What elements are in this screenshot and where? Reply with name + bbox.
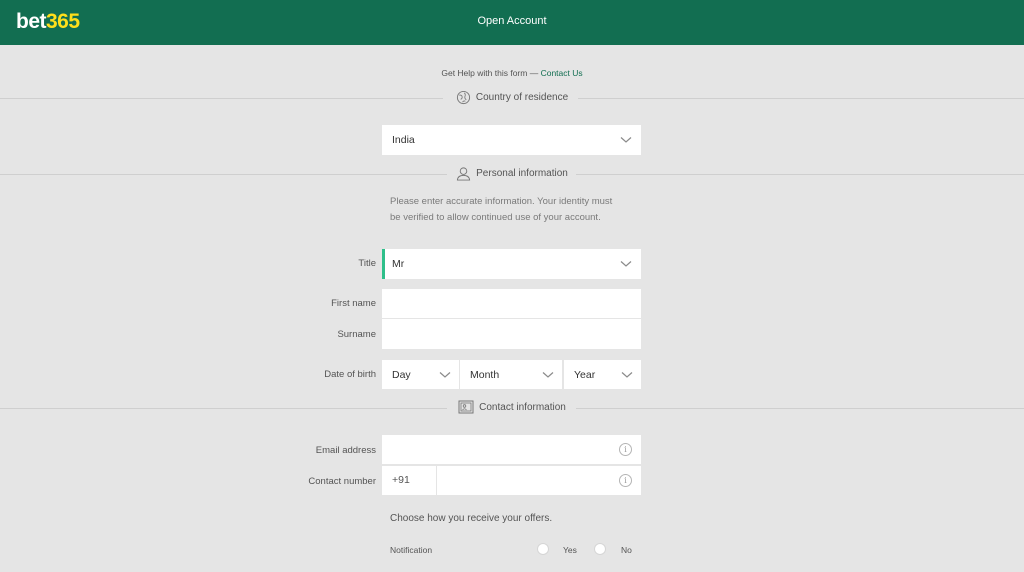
dob-month-select[interactable]: Month bbox=[460, 360, 562, 389]
dob-label: Date of birth bbox=[324, 369, 376, 380]
help-line: Get Help with this form — Contact Us bbox=[0, 68, 1024, 78]
country-select-value: India bbox=[392, 134, 415, 146]
dob-day-value: Day bbox=[392, 369, 411, 381]
email-label: Email address bbox=[315, 445, 376, 456]
chevron-down-icon bbox=[439, 372, 451, 378]
description-line: be verified to allow continued use of yo… bbox=[390, 212, 601, 223]
title-select-value: Mr bbox=[392, 258, 405, 270]
contact-number-input[interactable]: i bbox=[437, 466, 641, 495]
chevron-down-icon bbox=[621, 372, 633, 378]
title-select[interactable]: Mr bbox=[382, 249, 641, 279]
section-contact-header: Contact information bbox=[0, 400, 1024, 416]
country-select[interactable]: India bbox=[382, 125, 641, 155]
page-title: Open Account bbox=[477, 15, 547, 27]
country-section-title: Country of residence bbox=[475, 92, 569, 104]
contact-card-icon bbox=[458, 400, 474, 414]
section-country-header: Country of residence bbox=[0, 90, 1024, 106]
help-text: Get Help with this form — bbox=[441, 68, 539, 78]
personal-section-title: Personal information bbox=[476, 168, 568, 180]
yes-label: Yes bbox=[563, 545, 577, 555]
chevron-down-icon bbox=[620, 261, 632, 267]
dob-day-select[interactable]: Day bbox=[382, 360, 459, 389]
section-personal-header: Personal information bbox=[0, 166, 1024, 182]
dob-year-select[interactable]: Year bbox=[564, 360, 641, 389]
section-contact-label: Contact information bbox=[0, 400, 1024, 416]
section-personal-label: Personal information bbox=[0, 166, 1024, 182]
notification-yes-radio[interactable] bbox=[537, 543, 549, 555]
contact-us-link[interactable]: Contact Us bbox=[541, 68, 583, 78]
offers-intro: Choose how you receive your offers. bbox=[390, 513, 553, 524]
first-name-input[interactable] bbox=[382, 289, 641, 318]
chevron-down-icon bbox=[542, 372, 554, 378]
section-country-label: Country of residence bbox=[0, 90, 1024, 106]
dob-month-value: Month bbox=[470, 369, 500, 381]
phone-prefix-field[interactable]: +91 bbox=[382, 466, 436, 495]
first-name-label: First name bbox=[331, 298, 376, 309]
chevron-down-icon bbox=[620, 137, 632, 143]
contact-section-title: Contact information bbox=[479, 402, 566, 413]
contact-number-label: Contact number bbox=[308, 476, 376, 487]
personal-info-description: Please enter accurate information. Your … bbox=[390, 194, 640, 226]
description-line: Please enter accurate information. Your … bbox=[390, 196, 613, 207]
no-label: No bbox=[621, 545, 632, 555]
info-icon[interactable]: i bbox=[619, 474, 632, 487]
phone-prefix-value: +91 bbox=[392, 474, 410, 486]
top-header: bet365 Open Account bbox=[0, 0, 1024, 45]
focus-indicator bbox=[382, 249, 385, 279]
person-icon bbox=[457, 167, 471, 181]
info-icon[interactable]: i bbox=[619, 443, 632, 456]
notification-label: Notification bbox=[390, 545, 433, 555]
notification-no-radio[interactable] bbox=[594, 543, 606, 555]
surname-label: Surname bbox=[337, 329, 376, 340]
globe-icon bbox=[456, 90, 470, 105]
title-label: Title bbox=[358, 258, 376, 269]
email-input[interactable]: i bbox=[382, 435, 641, 464]
dob-year-value: Year bbox=[574, 369, 596, 381]
surname-input[interactable] bbox=[382, 319, 641, 349]
